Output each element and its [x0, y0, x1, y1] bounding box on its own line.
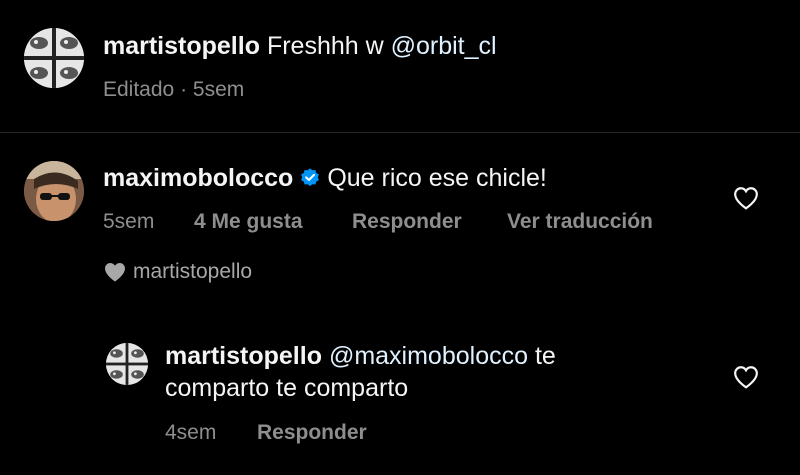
reply-reply-button[interactable]: Responder [257, 420, 367, 446]
translate-label[interactable]: Ver traducción [507, 210, 653, 233]
reply-text-line2: comparto te comparto [165, 372, 408, 404]
caption-text: martistopello Freshhh w @orbit_cl [103, 30, 497, 62]
comment-meta: 5sem [103, 209, 154, 235]
comment-like-button[interactable] [733, 186, 759, 210]
heart-outline-icon [734, 187, 758, 210]
comment-likes[interactable]: 4 Me gusta [194, 209, 303, 235]
avatar-image [106, 343, 148, 385]
translate-button[interactable]: Ver traducción [507, 209, 653, 235]
caption-username[interactable]: martistopello [103, 32, 260, 60]
reply-avatar[interactable] [106, 343, 148, 385]
reply-body-2: comparto te comparto [165, 374, 409, 402]
heart-outline-icon [734, 366, 758, 389]
comment-username[interactable]: maximobolocco [103, 164, 293, 192]
reply-meta: 4sem [165, 420, 216, 446]
edited-label: Editado [103, 78, 175, 101]
avatar-image [24, 161, 84, 221]
caption-avatar[interactable] [24, 28, 84, 88]
comment-avatar[interactable] [24, 161, 84, 221]
meta-separator: · [180, 78, 188, 101]
heart-filled-icon [105, 263, 125, 282]
comment-text: maximobolocco Que rico ese chicle! [103, 162, 547, 194]
reply-like-button[interactable] [733, 365, 759, 389]
caption-time: 5sem [192, 78, 245, 101]
likes-count[interactable]: 4 Me gusta [194, 210, 303, 233]
avatar-image [24, 28, 84, 88]
reply-label[interactable]: Responder [352, 210, 462, 233]
reply-time: 4sem [165, 421, 217, 444]
divider [0, 132, 800, 133]
comment-time: 5sem [103, 210, 155, 233]
reply-username[interactable]: martistopello [165, 342, 322, 370]
reply-reply-label[interactable]: Responder [257, 421, 367, 444]
caption-body: Freshhh w [266, 32, 391, 60]
verified-badge-icon [301, 168, 320, 187]
reply-body-1: te [528, 342, 556, 370]
comment-reply-button[interactable]: Responder [352, 209, 462, 235]
caption-meta: Editado · 5sem [103, 77, 244, 103]
reply-text-line1: martistopello @maximobolocco te [165, 340, 556, 372]
caption-mention[interactable]: @orbit_cl [391, 32, 497, 60]
liked-by-username: martistopello [133, 260, 253, 283]
comment-body: Que rico ese chicle! [327, 164, 547, 192]
reply-mention[interactable]: @maximobolocco [329, 342, 528, 370]
